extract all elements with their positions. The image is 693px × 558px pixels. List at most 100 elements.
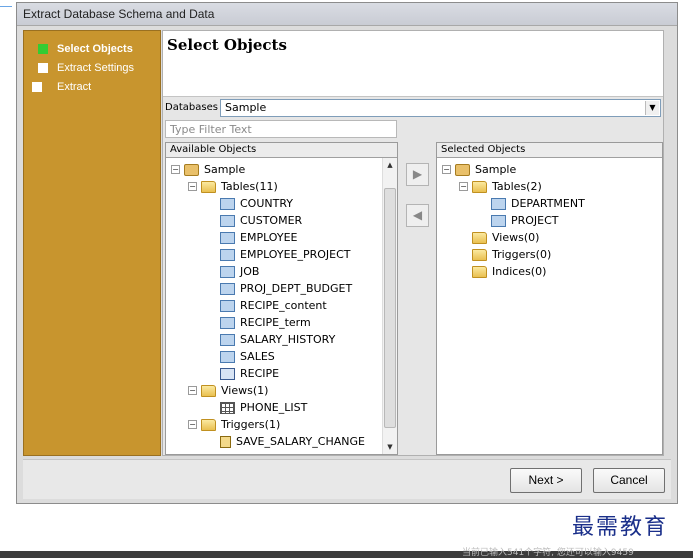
databases-label: Databases	[165, 102, 218, 113]
scroll-down-icon[interactable]: ▼	[383, 440, 397, 454]
tree-node-table[interactable]: COUNTRY	[220, 195, 293, 212]
selected-objects-header: Selected Objects	[437, 143, 662, 158]
trigger-icon	[220, 435, 231, 448]
table-icon	[220, 214, 235, 227]
node-label: RECIPE_content	[240, 299, 327, 312]
tree-node-table[interactable]: EMPLOYEE	[220, 229, 298, 246]
step-extract-settings: Extract Settings	[38, 62, 134, 74]
tree-node-trigger[interactable]: SAVE_SALARY_CHANGE	[220, 433, 365, 450]
table-icon	[220, 350, 235, 363]
tree-node-triggers-folder[interactable]: − Triggers(1)	[188, 416, 280, 433]
node-label: JOB	[240, 265, 260, 278]
add-to-selected-button[interactable]: ▶	[406, 163, 429, 186]
tree-node-db[interactable]: − Sample	[442, 161, 516, 178]
node-label: Views(0)	[492, 231, 540, 244]
window-title: Extract Database Schema and Data	[17, 3, 677, 26]
tree-node-table[interactable]: RECIPE	[220, 365, 279, 382]
folder-icon	[472, 265, 487, 278]
collapse-icon[interactable]: −	[171, 165, 180, 174]
node-label: RECIPE	[240, 367, 280, 380]
tree-node-views-folder[interactable]: Views(0)	[472, 229, 539, 246]
collapse-icon[interactable]: −	[188, 386, 197, 395]
database-select[interactable]: Sample ▼	[220, 99, 661, 117]
available-objects-header: Available Objects	[166, 143, 397, 158]
node-label: Sample	[475, 163, 517, 176]
tree-node-table[interactable]: SALARY_HISTORY	[220, 331, 335, 348]
folder-icon	[201, 384, 216, 397]
input-count-text: 当前已输入541个字符, 您还可以输入9459	[462, 548, 634, 558]
remove-from-selected-button[interactable]: ◀	[406, 204, 429, 227]
wizard-footer: Next > Cancel	[23, 459, 671, 499]
folder-icon	[472, 248, 487, 261]
collapse-icon[interactable]: −	[188, 182, 197, 191]
step-extract: Extract	[32, 81, 91, 93]
header-area: Select Objects	[163, 31, 663, 97]
selected-objects-panel[interactable]: Selected Objects − Sample − Tables(2) DE…	[436, 142, 663, 455]
scrollbar-thumb[interactable]	[384, 188, 396, 428]
table-icon	[220, 265, 235, 278]
steps-pane: Select Objects Extract Settings Extract	[23, 30, 161, 456]
step-label: Extract	[57, 81, 92, 93]
tree-node-table[interactable]: EMPLOYEE_PROJECT	[220, 246, 351, 263]
step-select-objects: Select Objects	[38, 43, 133, 55]
scroll-up-icon[interactable]: ▲	[383, 158, 397, 172]
step-label: Select Objects	[57, 43, 133, 55]
chevron-down-icon[interactable]: ▼	[645, 101, 659, 115]
node-label: PROJECT	[511, 214, 559, 227]
collapse-icon[interactable]: −	[459, 182, 468, 191]
node-label: SALARY_HISTORY	[240, 333, 336, 346]
tree-node-table[interactable]: RECIPE_content	[220, 297, 327, 314]
view-icon	[220, 401, 235, 414]
tree-node-table[interactable]: JOB	[220, 263, 259, 280]
available-scrollbar[interactable]: ▲ ▼	[382, 158, 397, 454]
node-label: SAVE_SALARY_CHANGE	[236, 435, 365, 448]
decorative-line	[0, 6, 12, 7]
node-label: Triggers(0)	[492, 248, 552, 261]
table-icon	[220, 197, 235, 210]
step-label: Extract Settings	[57, 62, 135, 74]
filter-input[interactable]: Type Filter Text	[165, 120, 397, 138]
wizard-window: Extract Database Schema and Data Select …	[16, 2, 678, 504]
node-label: EMPLOYEE	[240, 231, 298, 244]
database-icon	[184, 163, 199, 176]
node-label: EMPLOYEE_PROJECT	[240, 248, 351, 261]
next-button[interactable]: Next >	[510, 468, 582, 493]
node-label: Triggers(1)	[221, 418, 281, 431]
tree-node-table[interactable]: CUSTOMER	[220, 212, 302, 229]
folder-icon	[201, 180, 216, 193]
tree-node-views-folder[interactable]: − Views(1)	[188, 382, 268, 399]
tree-node-tables-folder[interactable]: − Tables(11)	[188, 178, 278, 195]
folder-icon	[472, 231, 487, 244]
tree-node-table[interactable]: PROJ_DEPT_BUDGET	[220, 280, 352, 297]
tree-node-db[interactable]: − Sample	[171, 161, 245, 178]
available-objects-panel[interactable]: Available Objects − Sample − Tables(11) …	[165, 142, 398, 455]
database-select-value: Sample	[225, 101, 267, 114]
table-icon	[491, 197, 506, 210]
collapse-icon[interactable]: −	[442, 165, 451, 174]
collapse-icon[interactable]: −	[188, 420, 197, 429]
tree-node-table[interactable]: PROJECT	[491, 212, 559, 229]
node-label: Sample	[204, 163, 246, 176]
table-icon	[220, 282, 235, 295]
node-label: Views(1)	[221, 384, 269, 397]
tree-node-tables-folder[interactable]: − Tables(2)	[459, 178, 542, 195]
table-icon	[491, 214, 506, 227]
folder-icon	[201, 418, 216, 431]
tree-node-indices-folder[interactable]: Indices(0)	[472, 263, 546, 280]
table-icon	[220, 299, 235, 312]
table-icon	[220, 367, 235, 380]
table-icon	[220, 248, 235, 261]
tree-node-view[interactable]: PHONE_LIST	[220, 399, 307, 416]
page-title: Select Objects	[167, 36, 287, 54]
tree-node-table[interactable]: DEPARTMENT	[491, 195, 585, 212]
cancel-button[interactable]: Cancel	[593, 468, 665, 493]
tree-node-table[interactable]: RECIPE_term	[220, 314, 311, 331]
node-label: RECIPE_term	[240, 316, 311, 329]
tree-node-table[interactable]: SALES	[220, 348, 275, 365]
node-label: PHONE_LIST	[240, 401, 308, 414]
watermark-logo: 最需教育	[572, 515, 669, 540]
tree-node-triggers-folder[interactable]: Triggers(0)	[472, 246, 551, 263]
node-label: CUSTOMER	[240, 214, 303, 227]
node-label: SALES	[240, 350, 275, 363]
node-label: DEPARTMENT	[511, 197, 585, 210]
